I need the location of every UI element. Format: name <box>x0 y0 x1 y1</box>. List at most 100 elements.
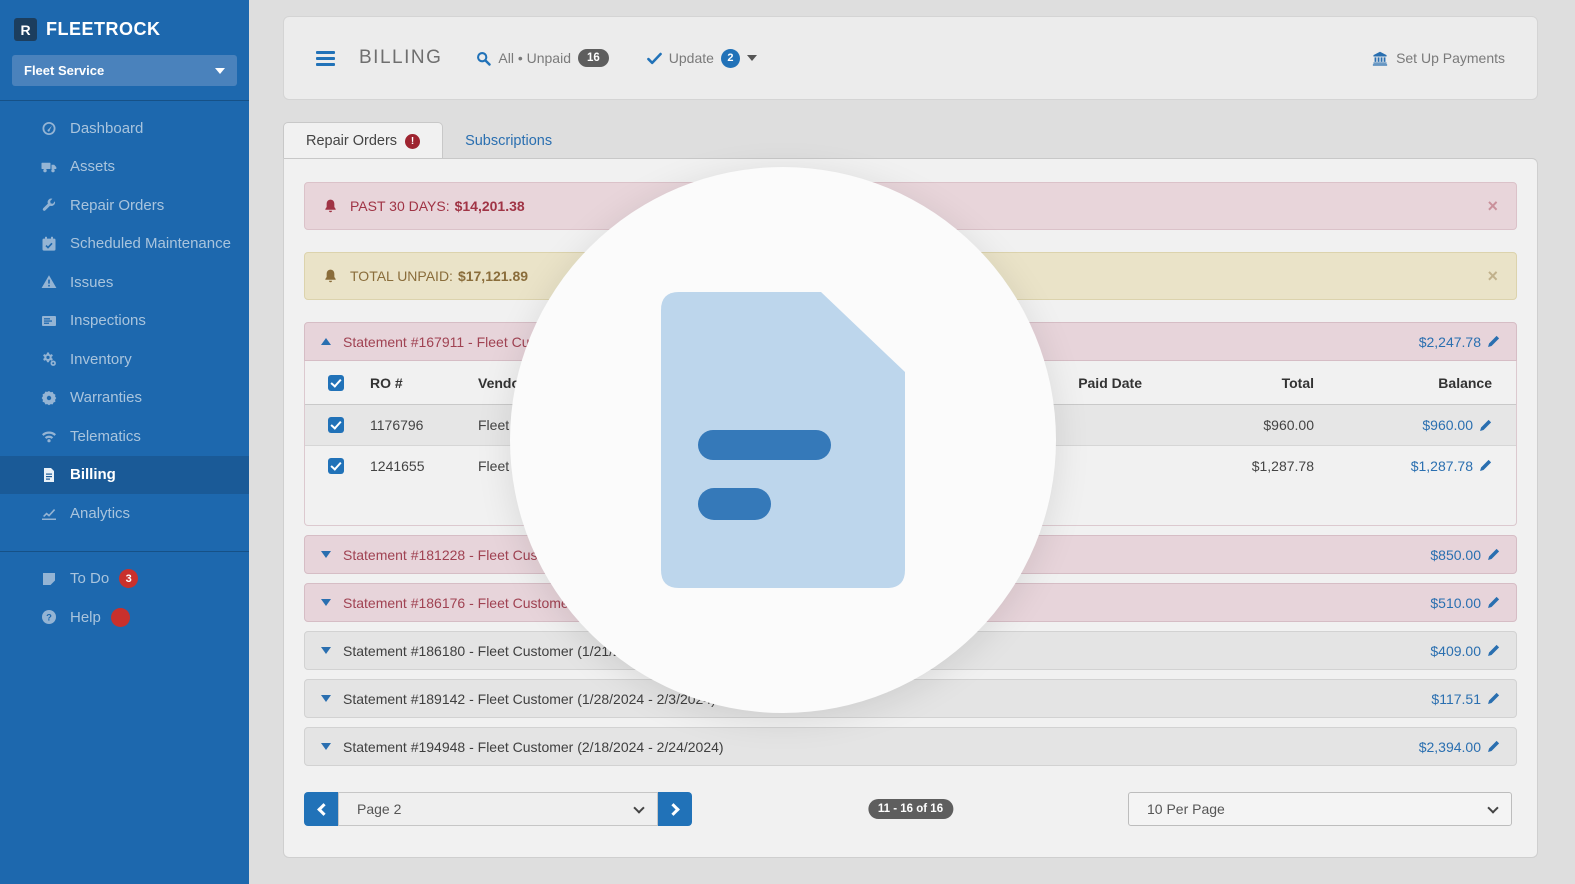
sidebar-item-icon <box>38 236 59 252</box>
chevron-down-icon <box>321 743 331 750</box>
statement-header-collapsed[interactable]: Statement #194948 - Fleet Customer (2/18… <box>304 727 1517 766</box>
todo-count-badge <box>110 607 130 627</box>
statement-amount: $850.00 <box>1430 546 1481 563</box>
next-page-button[interactable] <box>658 792 692 826</box>
sidebar-item[interactable]: To Do 3 <box>0 560 249 599</box>
row-checkbox[interactable] <box>328 457 344 474</box>
pencil-icon <box>1487 644 1500 657</box>
billing-tabs: Repair Orders ! Subscriptions <box>283 122 1538 159</box>
tab-subscriptions[interactable]: Subscriptions <box>443 122 574 159</box>
update-control[interactable]: Update 2 <box>646 48 757 68</box>
sidebar-item-icon <box>38 571 59 587</box>
statement-title: Statement #186176 - Fleet Customer ( <box>343 594 582 611</box>
sidebar-item-icon <box>38 390 59 406</box>
sidebar-item[interactable]: Dashboard <box>0 109 249 148</box>
pencil-icon <box>1487 740 1500 753</box>
statement-balance[interactable]: $117.51 <box>1431 691 1500 707</box>
prev-page-button[interactable] <box>304 792 338 826</box>
filter-control[interactable]: All • Unpaid 16 <box>476 49 609 67</box>
statement-balance[interactable]: $2,394.00 <box>1419 739 1500 755</box>
update-count-badge: 2 <box>720 48 740 68</box>
results-range-badge: 11 - 16 of 16 <box>867 799 954 819</box>
balance-amount[interactable]: $960.00 <box>1314 417 1492 433</box>
brand-logo: R FLEETROCK <box>0 0 249 49</box>
sidebar-item[interactable]: Billing <box>0 455 249 494</box>
balance-amount[interactable]: $1,287.78 <box>1314 458 1492 474</box>
sidebar-item[interactable]: ? Help <box>0 598 249 637</box>
sidebar-item-label: Issues <box>70 273 114 291</box>
sidebar-item-icon <box>38 197 59 213</box>
sidebar-item-icon <box>38 467 59 483</box>
pencil-icon <box>1487 692 1500 705</box>
pencil-icon <box>1479 419 1492 432</box>
sidebar-item-label: Telematics <box>70 427 141 445</box>
billing-toolbar: BILLING All • Unpaid 16 Update 2 Set Up … <box>283 16 1538 100</box>
total-amount: $960.00 <box>1263 417 1314 433</box>
statement-amount: $409.00 <box>1430 642 1481 659</box>
sidebar-item[interactable]: Inventory <box>0 340 249 379</box>
sidebar-item-icon <box>38 505 59 521</box>
sidebar-item-icon <box>38 120 59 136</box>
pencil-icon <box>1487 548 1500 561</box>
bank-icon <box>1372 51 1388 66</box>
statement-balance[interactable]: $850.00 <box>1430 547 1500 563</box>
sidebar-item[interactable]: Scheduled Maintenance <box>0 225 249 264</box>
alert-icon: ! <box>405 133 421 149</box>
sidebar-item-label: Warranties <box>70 389 142 407</box>
pencil-icon <box>1487 596 1500 609</box>
statement-amount: $510.00 <box>1430 594 1481 611</box>
close-icon[interactable]: × <box>1487 267 1498 285</box>
column-header-balance: Balance <box>1438 374 1492 391</box>
menu-icon[interactable] <box>316 50 335 66</box>
sidebar-item[interactable]: Issues <box>0 263 249 302</box>
page-select[interactable]: Page 2 <box>338 792 658 826</box>
ro-number: 1241655 <box>370 457 425 474</box>
page-title: BILLING <box>359 47 443 68</box>
select-all-checkbox[interactable] <box>328 374 344 391</box>
chevron-up-icon <box>321 338 331 345</box>
search-icon <box>476 51 492 66</box>
sidebar-item[interactable]: Assets <box>0 148 249 187</box>
statement-balance[interactable]: $510.00 <box>1430 595 1500 611</box>
check-icon <box>646 51 662 66</box>
chevron-down-icon <box>633 801 645 814</box>
tab-repair-orders[interactable]: Repair Orders ! <box>283 122 444 159</box>
sidebar-item-label: Assets <box>70 158 116 176</box>
filter-label: All • Unpaid <box>498 50 571 66</box>
pencil-icon <box>1479 459 1492 472</box>
statement-title: Statement #181228 - Fleet Custo <box>343 546 550 563</box>
chevron-down-icon <box>321 695 331 702</box>
sidebar-item[interactable]: Telematics <box>0 417 249 456</box>
sidebar-item-label: Help <box>70 608 101 626</box>
sidebar-item-label: Analytics <box>70 504 131 522</box>
org-selector-dropdown[interactable]: Fleet Service <box>12 55 237 86</box>
statement-title: Statement #167911 - Fleet Cust <box>343 333 541 350</box>
sidebar-item[interactable]: Warranties <box>0 379 249 418</box>
statement-header-collapsed[interactable]: Statement #189142 - Fleet Customer (1/28… <box>304 679 1517 718</box>
sidebar-item-icon: ? <box>38 609 59 625</box>
sidebar-item-label: Scheduled Maintenance <box>70 235 231 253</box>
close-icon[interactable]: × <box>1487 197 1498 215</box>
statement-balance[interactable]: $409.00 <box>1430 643 1500 659</box>
svg-text:?: ? <box>46 613 52 624</box>
main-content: BILLING All • Unpaid 16 Update 2 Set Up … <box>249 0 1575 884</box>
statement-title: Statement #194948 - Fleet Customer (2/18… <box>343 738 724 755</box>
sidebar-item[interactable]: Repair Orders <box>0 186 249 225</box>
sidebar-item[interactable]: Inspections <box>0 302 249 341</box>
total-amount: $1,287.78 <box>1251 457 1314 474</box>
chevron-down-icon <box>321 551 331 558</box>
sidebar-item-icon <box>38 313 59 329</box>
row-checkbox[interactable] <box>328 417 344 433</box>
bell-icon <box>323 268 338 284</box>
statement-amount: $2,394.00 <box>1418 738 1481 755</box>
per-page-select[interactable]: 10 Per Page <box>1128 792 1512 826</box>
sidebar-item[interactable]: Analytics <box>0 494 249 533</box>
statement-balance[interactable]: $2,247.78 <box>1419 334 1500 350</box>
sidebar-item-icon <box>38 159 59 175</box>
statement-title: Statement #186180 - Fleet Customer (1/21… <box>343 642 621 659</box>
statement-amount: $117.51 <box>1431 690 1481 707</box>
sidebar-item-label: Billing <box>70 466 116 484</box>
set-up-payments-button[interactable]: Set Up Payments <box>1372 50 1505 66</box>
sidebar-divider <box>0 100 249 101</box>
filter-count-badge: 16 <box>577 49 609 67</box>
